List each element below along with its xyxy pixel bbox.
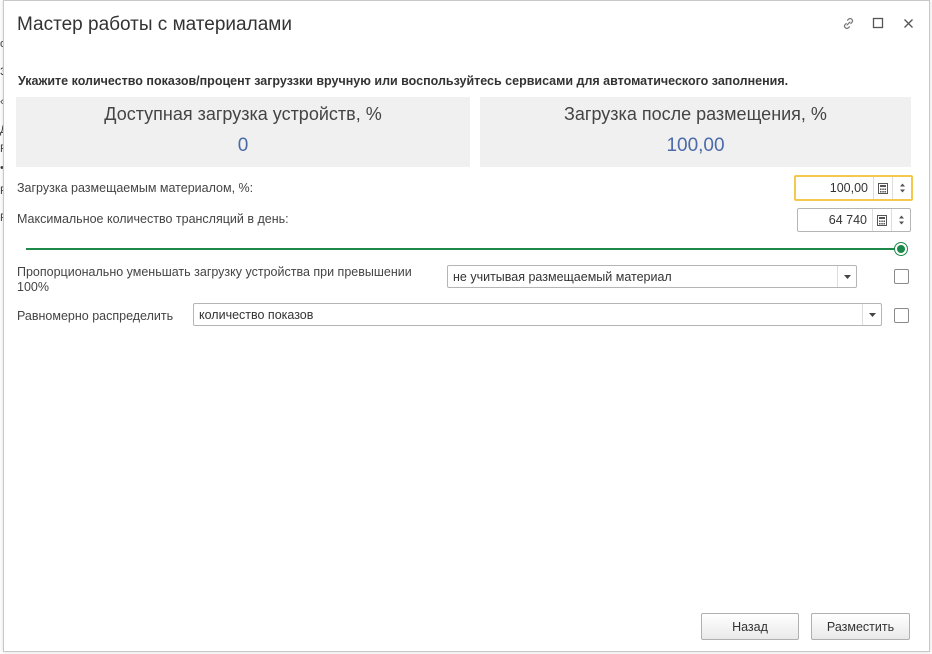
instruction-text: Укажите количество показов/процент загру… (18, 74, 789, 88)
proportional-reduce-label: Пропорционально уменьшать загрузку устро… (17, 265, 412, 294)
spin-updown-icon[interactable] (891, 209, 910, 231)
load-material-value[interactable]: 100,00 (796, 181, 873, 195)
window-controls (839, 14, 917, 32)
distribute-mode-value[interactable]: количество показов (194, 308, 862, 322)
distribute-mode-select[interactable]: количество показов (193, 303, 882, 326)
spin-updown-icon[interactable] (892, 177, 911, 199)
dialog-title: Мастер работы с материалами (17, 14, 292, 35)
link-icon[interactable] (839, 14, 857, 32)
max-broadcasts-field[interactable]: 64 740 (797, 208, 911, 232)
load-slider-thumb[interactable] (894, 242, 908, 256)
dropdown-arrow-icon[interactable] (837, 266, 856, 287)
proportional-mode-value[interactable]: не учитывая размещаемый материал (448, 270, 837, 284)
available-load-panel: Доступная загрузка устройств, % 0 (16, 97, 470, 167)
calculator-icon[interactable] (872, 209, 891, 231)
load-after-title: Загрузка после размещения, % (564, 104, 827, 124)
place-button[interactable]: Разместить (811, 613, 910, 640)
back-button[interactable]: Назад (701, 613, 799, 640)
proportional-mode-select[interactable]: не учитывая размещаемый материал (447, 265, 857, 288)
load-slider-track[interactable] (26, 248, 902, 250)
available-load-title: Доступная загрузка устройств, % (104, 104, 382, 124)
close-icon[interactable] (899, 14, 917, 32)
load-after-value: 100,00 (666, 135, 725, 156)
load-material-label: Загрузка размещаемым материалом, %: (17, 181, 254, 195)
load-after-placement-panel: Загрузка после размещения, % 100,00 (480, 97, 911, 167)
proportional-checkbox[interactable] (894, 269, 909, 284)
load-material-field[interactable]: 100,00 (794, 175, 913, 201)
max-broadcasts-label: Максимальное количество трансляций в ден… (17, 212, 289, 226)
materials-wizard-dialog: Мастер работы с материалами Укажите коли… (3, 0, 930, 652)
calculator-icon[interactable] (873, 177, 892, 199)
dropdown-arrow-icon[interactable] (862, 304, 881, 325)
distribute-checkbox[interactable] (894, 308, 909, 323)
maximize-icon[interactable] (869, 14, 887, 32)
distribute-evenly-label: Равномерно распределить (17, 309, 174, 323)
available-load-value: 0 (237, 135, 249, 156)
max-broadcasts-value[interactable]: 64 740 (798, 213, 872, 227)
